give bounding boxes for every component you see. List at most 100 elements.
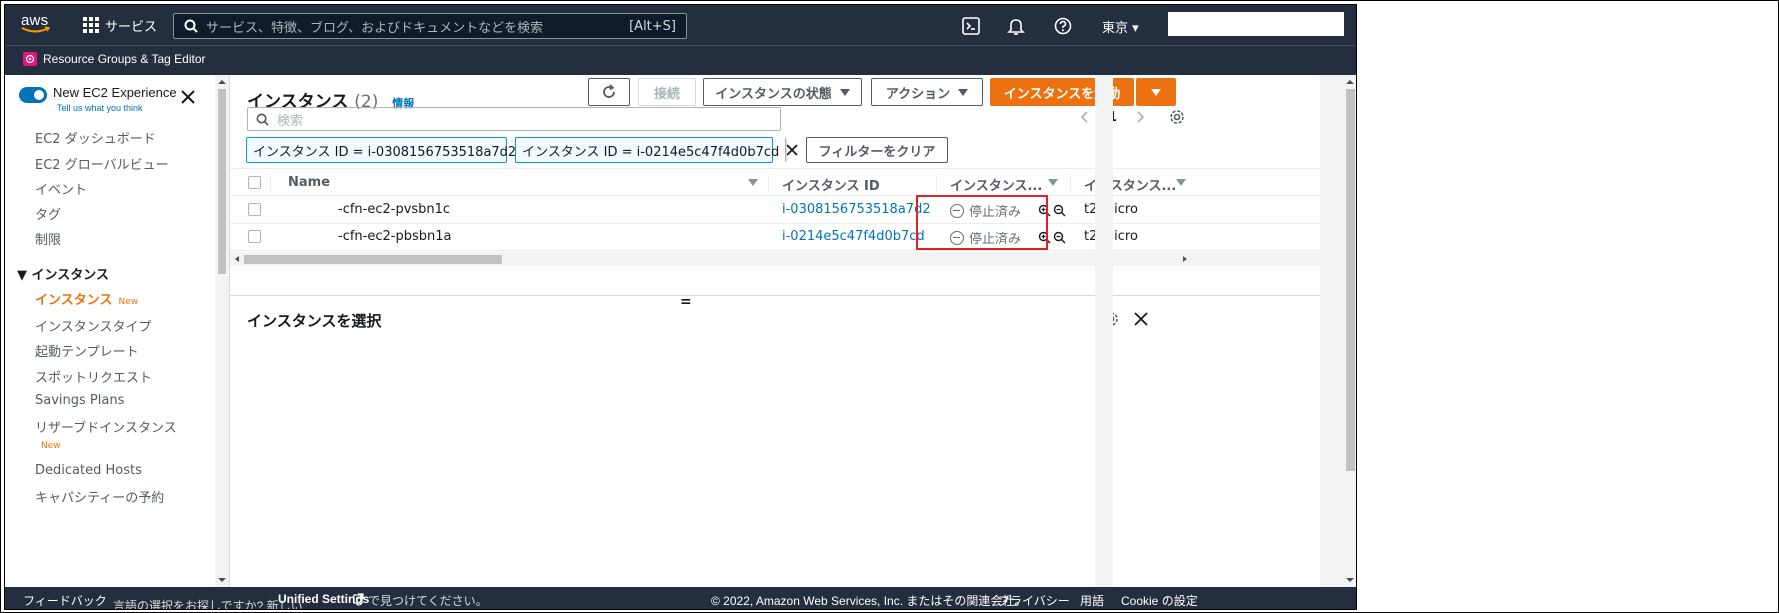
new-badge: New: [118, 297, 139, 307]
split-panel-grip[interactable]: =: [680, 294, 692, 310]
row-instance-id-link[interactable]: i-0214e5c47f4d0b7cd: [782, 229, 925, 244]
actions-button[interactable]: アクション: [871, 78, 983, 106]
main-scrollbar[interactable]: [1342, 75, 1357, 587]
row-checkbox[interactable]: [248, 203, 261, 216]
aws-logo[interactable]: aws: [21, 10, 55, 38]
privacy-link[interactable]: プライバシー: [998, 592, 1070, 609]
table-row[interactable]: -cfn-ec2-pvsbn1c i-0308156753518a7d2 停止済…: [230, 196, 1320, 224]
help-icon[interactable]: [1054, 17, 1072, 35]
side-navigation: New EC2 Experience Tell us what you thin…: [5, 75, 230, 587]
select-all-checkbox[interactable]: [248, 176, 261, 189]
connect-button[interactable]: 接続: [638, 78, 696, 106]
terms-link[interactable]: 用語: [1080, 592, 1104, 609]
external-link-icon: [353, 593, 364, 604]
services-label: サービス: [105, 19, 158, 35]
nav-instance-types[interactable]: インスタンスタイプ: [35, 316, 151, 335]
table-horizontal-scrollbar[interactable]: [230, 252, 1320, 266]
column-header-instance-state[interactable]: インスタンス...: [950, 175, 1042, 194]
details-title: インスタンスを選択: [247, 312, 382, 330]
close-icon[interactable]: [1134, 312, 1148, 326]
nav-events[interactable]: イベント: [35, 179, 87, 198]
notifications-bell-icon[interactable]: [1007, 17, 1025, 35]
close-icon: [786, 144, 798, 156]
column-separator: [1070, 175, 1071, 191]
caret-down-icon: [839, 88, 850, 96]
nav-spot-requests[interactable]: スポットリクエスト: [35, 367, 152, 386]
nav-dedicated-hosts[interactable]: Dedicated Hosts: [35, 463, 142, 478]
nav-section-instances[interactable]: ▼ インスタンス: [17, 264, 109, 283]
nav-limits[interactable]: 制限: [35, 229, 61, 248]
main-scrollbar-inner[interactable]: [1095, 75, 1113, 587]
grid-icon: [83, 17, 99, 33]
scroll-down-icon[interactable]: [1342, 575, 1357, 585]
filter-token-text: インスタンス ID = i-0214e5c47f4d0b7cd: [516, 138, 787, 162]
column-header-name[interactable]: Name: [288, 175, 330, 190]
table-row[interactable]: -cfn-ec2-pbsbn1a i-0214e5c47f4d0b7cd 停止済…: [230, 223, 1320, 251]
nav-tags[interactable]: タグ: [35, 204, 61, 223]
scroll-down-icon[interactable]: [215, 575, 229, 585]
row-instance-id-link[interactable]: i-0308156753518a7d2: [782, 202, 931, 217]
sort-icon[interactable]: [1176, 179, 1186, 186]
feedback-link[interactable]: Tell us what you think: [57, 103, 177, 113]
feedback-link[interactable]: フィードバック: [23, 592, 107, 609]
table-header-row: Name インスタンス ID インスタンス... インスタンス...: [230, 168, 1320, 196]
column-separator: [270, 175, 271, 191]
clear-filters-button[interactable]: フィルターをクリア: [806, 137, 948, 163]
region-selector[interactable]: 東京 ▾: [1102, 17, 1139, 36]
zoom-out-icon[interactable]: [1053, 204, 1066, 217]
filter-token-text: インスタンス ID = i-0308156753518a7d2: [247, 138, 524, 162]
sort-icon[interactable]: [748, 179, 758, 186]
search-icon: [256, 113, 269, 126]
search-icon: [184, 19, 198, 33]
row-name: -cfn-ec2-pvsbn1c: [338, 202, 451, 217]
column-header-instance-id[interactable]: インスタンス ID: [782, 175, 880, 194]
nav-savings-plans[interactable]: Savings Plans: [35, 393, 124, 408]
screenshot-frame: aws サービス サービス、特徴、ブログ、およびドキュメントなどを検索 [Alt…: [0, 0, 1779, 613]
scroll-up-icon[interactable]: [215, 77, 229, 87]
resource-groups-icon: [23, 52, 37, 66]
nav-capacity-reservations[interactable]: キャパシティーの予約: [35, 487, 164, 506]
chevron-right-icon[interactable]: [1135, 110, 1145, 124]
favorite-resource-groups[interactable]: Resource Groups & Tag Editor: [23, 52, 206, 66]
cloudshell-icon[interactable]: [962, 17, 980, 35]
filter-token-2: インスタンス ID = i-0214e5c47f4d0b7cd: [515, 137, 798, 163]
chevron-left-icon[interactable]: [1080, 110, 1090, 124]
scroll-up-icon[interactable]: [1342, 77, 1357, 87]
sidebar-scroll-thumb[interactable]: [218, 89, 226, 274]
nav-ec2-dashboard[interactable]: EC2 ダッシュボード: [35, 128, 156, 147]
scroll-left-icon[interactable]: [232, 252, 242, 266]
services-menu-button[interactable]: サービス: [83, 15, 157, 35]
new-experience-toggle[interactable]: [19, 87, 47, 103]
instance-search-input[interactable]: 検索: [247, 107, 781, 131]
nav-launch-templates[interactable]: 起動テンプレート: [35, 341, 139, 360]
close-sidebar-icon[interactable]: [180, 89, 196, 105]
search-placeholder: 検索: [277, 113, 304, 129]
remove-filter-button[interactable]: [786, 138, 798, 162]
row-checkbox[interactable]: [248, 230, 261, 243]
new-experience-toggle-row: New EC2 Experience Tell us what you thin…: [19, 85, 177, 113]
caret-down-icon: [1151, 88, 1161, 96]
account-menu[interactable]: [1168, 12, 1344, 36]
sidebar-scrollbar[interactable]: [215, 75, 229, 587]
filter-token-1: インスタンス ID = i-0308156753518a7d2: [246, 137, 535, 163]
instance-state-button[interactable]: インスタンスの状態: [703, 78, 862, 106]
table-scroll-thumb[interactable]: [244, 255, 502, 264]
launch-dropdown-button[interactable]: [1136, 78, 1176, 106]
settings-gear-icon[interactable]: [1169, 109, 1185, 125]
new-experience-title: New EC2 Experience: [53, 85, 177, 100]
scroll-right-icon[interactable]: [1180, 252, 1190, 266]
refresh-button[interactable]: [588, 78, 630, 106]
top-navigation: aws サービス サービス、特徴、ブログ、およびドキュメントなどを検索 [Alt…: [5, 5, 1356, 45]
search-placeholder: サービス、特徴、ブログ、およびドキュメントなどを検索: [206, 20, 544, 36]
global-search-input[interactable]: サービス、特徴、ブログ、およびドキュメントなどを検索 [Alt+S]: [173, 13, 687, 39]
nav-instances[interactable]: インスタンス New: [35, 289, 138, 308]
cookie-settings-link[interactable]: Cookie の設定: [1121, 592, 1198, 609]
zoom-out-icon[interactable]: [1053, 231, 1066, 244]
nav-reserved-instances[interactable]: リザーブドインスタンス: [35, 417, 177, 436]
main-scroll-thumb[interactable]: [1346, 89, 1355, 471]
copyright: © 2022, Amazon Web Services, Inc. またはその関…: [711, 594, 1027, 608]
row-name: -cfn-ec2-pbsbn1a: [338, 229, 452, 244]
nav-ec2-global-view[interactable]: EC2 グローバルビュー: [35, 154, 169, 173]
sort-icon[interactable]: [1048, 179, 1058, 186]
favorites-bar: Resource Groups & Tag Editor: [5, 45, 1356, 75]
